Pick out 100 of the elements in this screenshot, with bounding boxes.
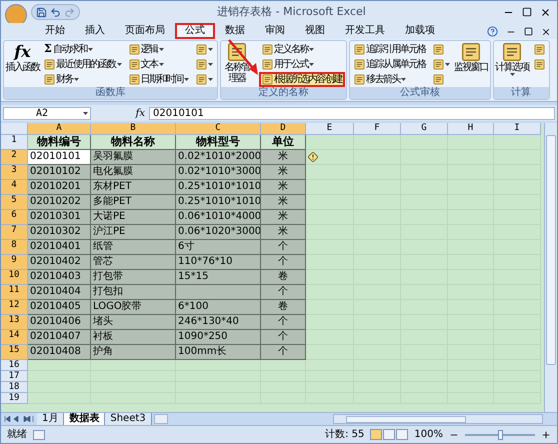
table-cell[interactable]: 6*100 [176, 300, 261, 315]
table-cell[interactable]: 米 [261, 180, 306, 195]
table-cell[interactable]: 个 [261, 240, 306, 255]
table-cell[interactable]: 米 [261, 165, 306, 180]
ribbon-button[interactable]: 追踪引用单元格 [351, 42, 428, 57]
column-header[interactable]: I [494, 123, 541, 135]
table-cell[interactable]: 大诺PE [91, 210, 176, 225]
table-cell[interactable]: 100mm长 [176, 345, 261, 360]
row-header[interactable]: 15 [1, 345, 28, 360]
ribbon-button[interactable]: 最近使用的函数 [41, 57, 124, 72]
new-sheet-icon[interactable] [154, 414, 168, 424]
name-box[interactable]: A2 [3, 106, 91, 120]
table-cell[interactable]: 打包带 [91, 270, 176, 285]
zoom-in-icon[interactable] [541, 430, 551, 440]
table-cell[interactable]: 个 [261, 345, 306, 360]
table-cell[interactable]: 物料编号 [28, 135, 91, 150]
ribbon-button[interactable]: 追踪从属单元格 [351, 57, 428, 72]
ribbon-tab[interactable]: 数据 [215, 23, 255, 39]
vertical-scrollbar[interactable] [544, 123, 557, 412]
table-cell[interactable]: 电化氟膜 [91, 165, 176, 180]
table-cell[interactable]: 东材PET [91, 180, 176, 195]
table-cell[interactable]: 打包扣 [91, 285, 176, 300]
ribbon-large-button[interactable]: fx 插入函数 [5, 42, 40, 87]
column-header[interactable]: C [176, 123, 261, 135]
row-header[interactable]: 7 [1, 225, 28, 240]
table-cell[interactable]: 6寸 [176, 240, 261, 255]
column-header[interactable]: D [261, 123, 306, 135]
table-cell[interactable]: 02010405 [28, 300, 91, 315]
ribbon-tab[interactable]: 插入 [75, 23, 115, 39]
table-cell[interactable]: 02010102 [28, 165, 91, 180]
ribbon-tab[interactable]: 审阅 [255, 23, 295, 39]
row-header[interactable]: 19 [1, 393, 28, 404]
table-cell[interactable]: 02010301 [28, 210, 91, 225]
sheet-tab[interactable]: 1月 [37, 412, 64, 426]
table-cell[interactable]: 单位 [261, 135, 306, 150]
row-header[interactable]: 5 [1, 195, 28, 210]
view-button[interactable] [383, 429, 396, 440]
table-cell[interactable]: 110*76*10 [176, 255, 261, 270]
row-header[interactable]: 17 [1, 371, 28, 382]
ribbon-tab[interactable]: 公式 [175, 23, 215, 39]
table-cell[interactable]: 卷 [261, 300, 306, 315]
table-cell[interactable]: 堵头 [91, 315, 176, 330]
row-header[interactable]: 10 [1, 270, 28, 285]
row-header[interactable]: 14 [1, 330, 28, 345]
row-header[interactable]: 9 [1, 255, 28, 270]
column-header[interactable]: G [401, 123, 448, 135]
row-header[interactable]: 4 [1, 180, 28, 195]
table-cell[interactable]: 物料型号 [176, 135, 261, 150]
table-cell[interactable]: 多能PET [91, 195, 176, 210]
ribbon-tab[interactable]: 加载项 [395, 23, 445, 39]
table-cell[interactable]: 个 [261, 285, 306, 300]
column-header[interactable]: B [91, 123, 176, 135]
formula-field[interactable]: 02010101 [149, 106, 555, 120]
column-header[interactable]: A [28, 123, 91, 135]
table-cell[interactable]: 02010401 [28, 240, 91, 255]
close-icon[interactable] [540, 6, 551, 18]
table-cell[interactable]: 个 [261, 330, 306, 345]
table-cell[interactable]: 02010101 [28, 150, 91, 165]
table-cell[interactable]: 纸管 [91, 240, 176, 255]
ribbon-button[interactable]: Σ 自动求和 [41, 42, 124, 57]
row-header[interactable]: 11 [1, 285, 28, 300]
table-cell[interactable]: 15*15 [176, 270, 261, 285]
ribbon-tab[interactable]: 视图 [295, 23, 335, 39]
macro-icon[interactable] [33, 430, 45, 440]
table-cell[interactable]: 02010404 [28, 285, 91, 300]
ribbon-button[interactable]: 根据所选内容创建 [259, 72, 345, 87]
restore-icon[interactable] [524, 27, 533, 36]
column-header[interactable]: F [354, 123, 401, 135]
table-cell[interactable]: LOGO胶带 [91, 300, 176, 315]
column-header[interactable]: H [448, 123, 494, 135]
fx-glyph[interactable]: fx [95, 106, 145, 120]
table-cell[interactable]: 02010402 [28, 255, 91, 270]
table-cell[interactable]: 1090*250 [176, 330, 261, 345]
smart-tag-icon[interactable] [308, 152, 318, 162]
table-cell[interactable]: 物料名称 [91, 135, 176, 150]
select-all-corner[interactable] [1, 123, 28, 135]
table-cell[interactable]: 246*130*40 [176, 315, 261, 330]
save-icon[interactable] [36, 6, 47, 18]
ribbon-tab[interactable]: 开始 [35, 23, 75, 39]
table-cell[interactable]: 米 [261, 210, 306, 225]
ribbon-button[interactable]: 用于公式 [259, 57, 345, 72]
sheet-nav-icon[interactable] [4, 416, 34, 422]
table-cell[interactable]: 卷 [261, 270, 306, 285]
ribbon-tab[interactable]: 页面布局 [115, 23, 175, 39]
table-cell[interactable]: 02010403 [28, 270, 91, 285]
view-button[interactable] [396, 429, 408, 440]
table-cell[interactable]: 个 [261, 315, 306, 330]
zoom-thumb[interactable] [498, 430, 503, 440]
ribbon-button[interactable]: 移去箭头 [351, 72, 428, 87]
table-cell[interactable]: 02010408 [28, 345, 91, 360]
table-cell[interactable]: 米 [261, 225, 306, 240]
undo-icon[interactable] [50, 6, 61, 18]
table-cell[interactable]: 02010406 [28, 315, 91, 330]
ribbon-button[interactable]: 财务 [41, 72, 124, 87]
table-cell[interactable]: 吴羽氟膜 [91, 150, 176, 165]
row-header[interactable]: 18 [1, 382, 28, 393]
sheet-tab[interactable]: Sheet3 [105, 412, 152, 426]
scroll-thumb[interactable] [346, 416, 466, 422]
ribbon-tab[interactable]: 开发工具 [335, 23, 395, 39]
row-header[interactable]: 1 [1, 135, 28, 150]
